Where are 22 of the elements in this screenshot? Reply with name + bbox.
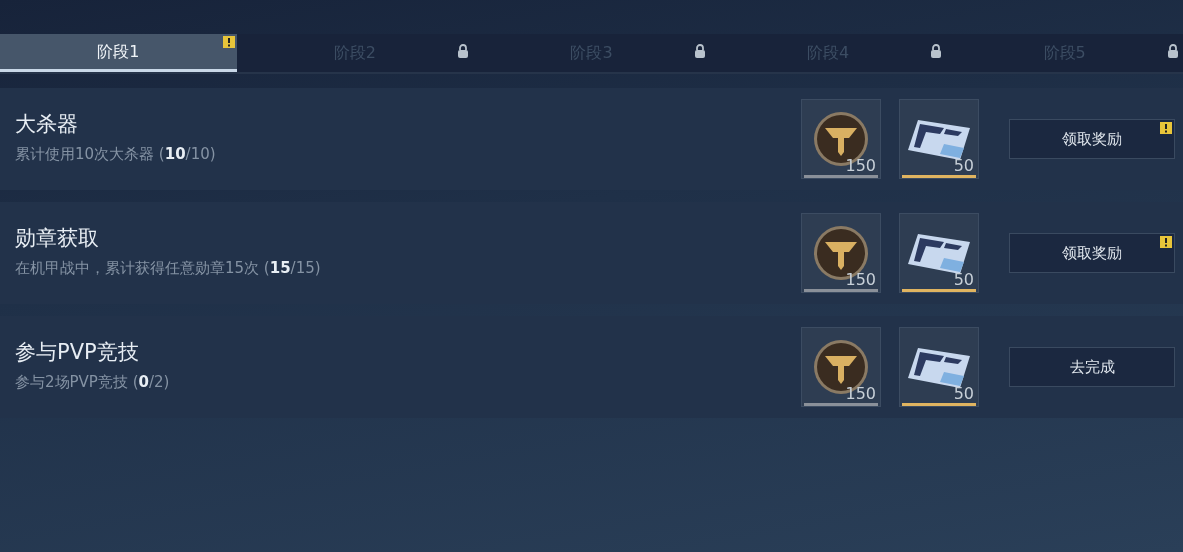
- task-button[interactable]: 去完成: [1009, 347, 1175, 387]
- task-description: 累计使用10次大杀器 (10/10): [15, 144, 216, 166]
- reward-count: 150: [845, 386, 876, 402]
- reward-count: 50: [953, 158, 974, 174]
- task-button[interactable]: 领取奖励: [1009, 233, 1175, 273]
- reward-count: 150: [845, 158, 876, 174]
- reward-count: 50: [953, 272, 974, 288]
- stage-tab[interactable]: 阶段1: [0, 34, 237, 72]
- reward-slot[interactable]: 50: [899, 99, 979, 179]
- reward-slot[interactable]: 50: [899, 213, 979, 293]
- task-title: 勋章获取: [15, 226, 99, 252]
- task-description: 在机甲战中，累计获得任意勋章15次 (15/15): [15, 258, 321, 280]
- reward-slot[interactable]: 150: [801, 213, 881, 293]
- task-description: 参与2场PVP竞技 (0/2): [15, 372, 170, 394]
- reward-slot[interactable]: 150: [801, 99, 881, 179]
- task-title: 参与PVP竞技: [15, 340, 139, 366]
- reward-slot[interactable]: 50: [899, 327, 979, 407]
- task-title: 大杀器: [15, 112, 78, 138]
- task-button[interactable]: 领取奖励: [1009, 119, 1175, 159]
- reward-slot[interactable]: 150: [801, 327, 881, 407]
- reward-count: 50: [953, 386, 974, 402]
- reward-count: 150: [845, 272, 876, 288]
